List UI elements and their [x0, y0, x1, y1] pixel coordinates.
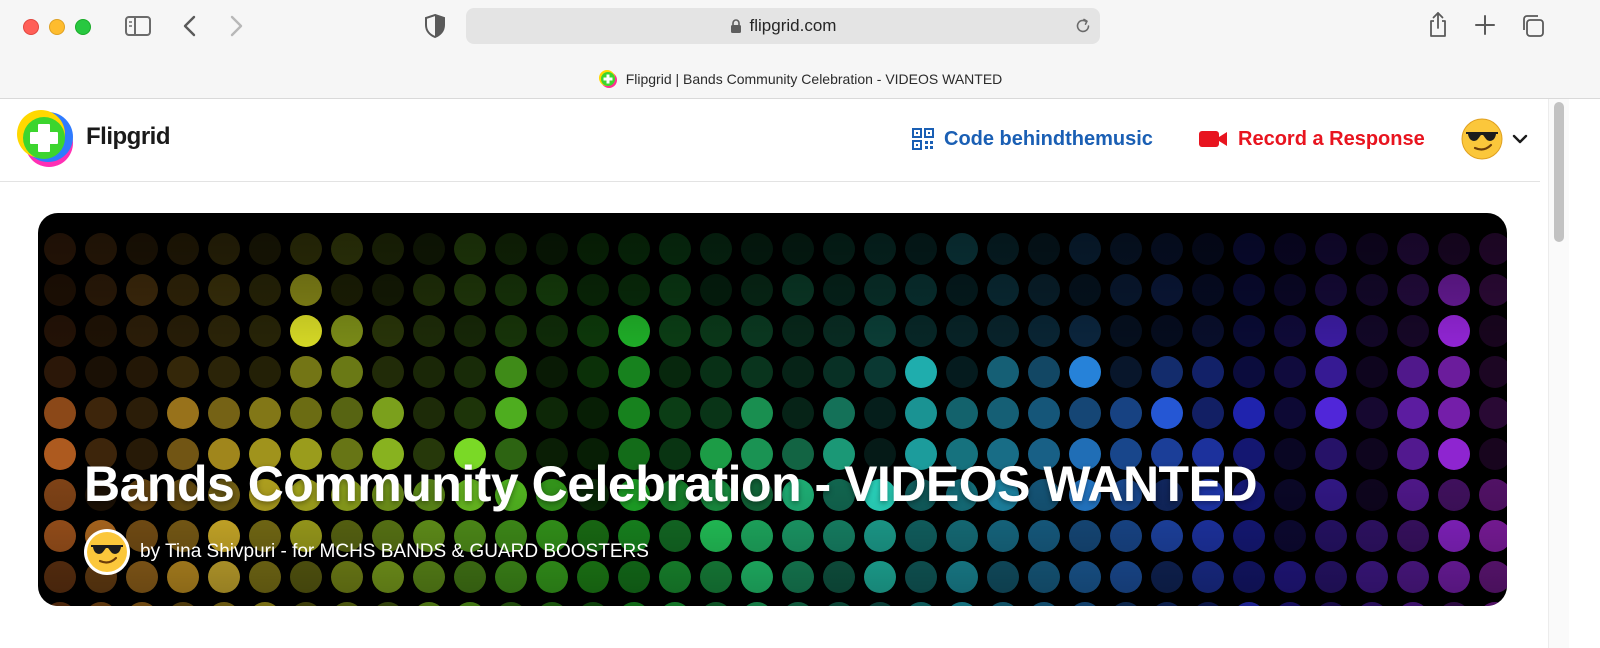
window-close-button[interactable]	[23, 19, 39, 35]
lock-icon	[730, 18, 741, 33]
new-tab-icon[interactable]	[1474, 14, 1496, 36]
topic-title: Bands Community Celebration - VIDEOS WAN…	[84, 456, 1258, 512]
sunglasses-emoji-icon	[87, 532, 127, 572]
logo-text[interactable]: Flipgrid	[86, 123, 170, 151]
site-header: Flipgrid Code behindthemusic Record a Re…	[0, 99, 1540, 182]
reload-icon[interactable]	[1074, 17, 1092, 35]
tab-title: Flipgrid | Bands Community Celebration -…	[625, 71, 1003, 87]
topic-author: by Tina Shivpuri - for MCHS BANDS & GUAR…	[84, 528, 649, 576]
page-scrollbar-thumb[interactable]	[1554, 102, 1564, 242]
flipgrid-favicon-icon	[598, 70, 617, 88]
record-response-label: Record a Response	[1238, 127, 1425, 150]
active-tab[interactable]: Flipgrid | Bands Community Celebration -…	[0, 66, 1600, 92]
forward-arrow-icon[interactable]	[226, 14, 246, 38]
back-arrow-icon[interactable]	[180, 14, 200, 38]
flipgrid-logo-icon[interactable]	[14, 107, 76, 169]
url-text: flipgrid.com	[749, 16, 837, 35]
qr-code-icon	[912, 128, 934, 150]
join-code-link[interactable]: Code behindthemusic	[912, 125, 1153, 153]
window-maximize-button[interactable]	[75, 19, 91, 35]
profile-menu-button[interactable]	[1460, 117, 1532, 161]
sidebar-toggle-icon[interactable]	[124, 14, 152, 38]
browser-toolbar: flipgrid.com Flipgrid | Bands Community …	[0, 0, 1600, 99]
author-avatar[interactable]	[84, 529, 130, 575]
share-icon[interactable]	[1426, 11, 1450, 39]
chevron-down-icon	[1512, 134, 1528, 144]
author-byline: by Tina Shivpuri - for MCHS BANDS & GUAR…	[140, 541, 649, 562]
join-code-label: Code behindthemusic	[944, 127, 1153, 150]
tab-overview-icon[interactable]	[1520, 13, 1546, 39]
window-minimize-button[interactable]	[49, 19, 65, 35]
video-camera-icon	[1199, 131, 1227, 147]
sunglasses-emoji-avatar-icon	[1461, 118, 1503, 160]
record-response-button[interactable]: Record a Response	[1198, 125, 1425, 153]
address-bar[interactable]: flipgrid.com	[466, 8, 1100, 44]
topic-banner: Bands Community Celebration - VIDEOS WAN…	[38, 213, 1507, 606]
privacy-shield-icon[interactable]	[424, 13, 446, 39]
